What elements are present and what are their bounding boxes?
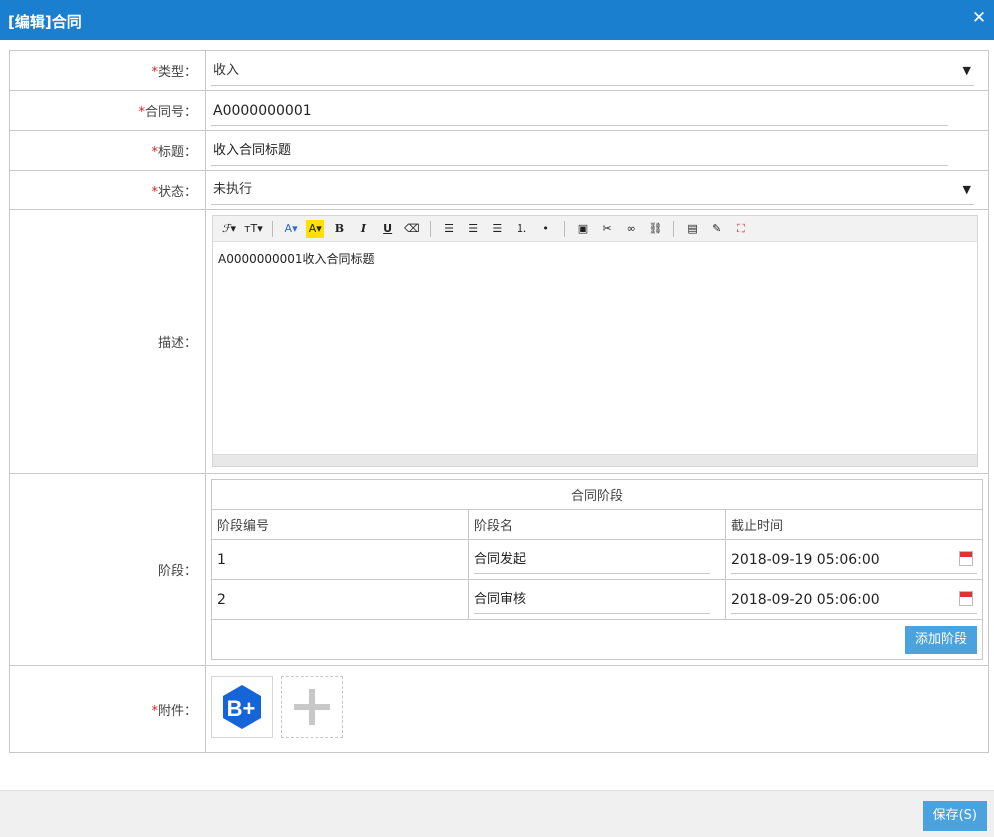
stage-no: 1	[211, 539, 469, 580]
fullscreen-icon[interactable]: ⛶	[732, 220, 750, 238]
stage-table: 合同阶段 阶段编号 阶段名 截止时间 1 合同发起 2018-09-19 05:…	[211, 479, 983, 660]
rich-text-editor: ℱ▾ тT▾ A▾ A▾ B I U ⌫ ☰ ☰ ☰ ⒈ • ▣ ✂ ∞ ⛓ ▤…	[212, 215, 978, 467]
editor-toolbar: ℱ▾ тT▾ A▾ A▾ B I U ⌫ ☰ ☰ ☰ ⒈ • ▣ ✂ ∞ ⛓ ▤…	[213, 216, 977, 242]
editor-content[interactable]: A0000000001收入合同标题	[213, 242, 977, 452]
align-left-icon[interactable]: ☰	[440, 220, 458, 238]
dropdown-arrow-icon: ▼	[962, 63, 971, 77]
dialog-titlebar: [编辑]合同 ✕	[0, 0, 994, 40]
status-row: *状态： 未执行 ▼	[9, 170, 989, 210]
attachment-row: *附件： B+	[9, 665, 989, 753]
toolbar-separator	[271, 221, 273, 237]
link-icon[interactable]: ∞	[622, 220, 640, 238]
add-attachment-button[interactable]	[281, 676, 343, 738]
type-label: *类型：	[9, 50, 206, 91]
editor-status-bar	[213, 454, 977, 466]
italic-button[interactable]: I	[355, 220, 373, 238]
toolbar-separator	[673, 221, 675, 237]
description-row: 描述： ℱ▾ тT▾ A▾ A▾ B I U ⌫ ☰ ☰ ☰ ⒈ • ▣ ✂ ∞…	[9, 209, 989, 474]
add-stage-button[interactable]: 添加阶段	[904, 625, 977, 654]
dialog-title: [编辑]合同	[8, 13, 82, 31]
column-header: 截止时间	[725, 509, 983, 540]
stage-name-input[interactable]: 合同发起	[474, 546, 710, 574]
title-input[interactable]: 收入合同标题	[211, 136, 948, 166]
unlink-icon[interactable]: ⛓	[646, 220, 664, 238]
highlight-button[interactable]: A▾	[306, 220, 325, 238]
underline-button[interactable]: U	[379, 220, 397, 238]
bold-button[interactable]: B	[330, 220, 348, 238]
calendar-icon[interactable]	[959, 590, 973, 606]
dialog-footer: 保存(S)	[0, 790, 994, 837]
source-icon[interactable]: ▤	[684, 220, 702, 238]
type-select[interactable]: 收入 ▼	[211, 56, 974, 86]
cut-icon[interactable]: ✂	[598, 220, 616, 238]
toolbar-separator	[563, 221, 565, 237]
stage-name-input[interactable]: 合同审核	[474, 586, 710, 614]
status-select[interactable]: 未执行 ▼	[211, 175, 974, 205]
contract-no-row: *合同号： A0000000001	[9, 90, 989, 131]
font-color-button[interactable]: A▾	[282, 220, 300, 238]
stages-label: 阶段：	[9, 473, 206, 666]
stage-table-caption: 合同阶段	[211, 479, 983, 510]
stage-deadline-input[interactable]: 2018-09-19 05:06:00	[731, 546, 977, 574]
align-center-icon[interactable]: ☰	[464, 220, 482, 238]
unordered-list-icon[interactable]: •	[537, 220, 555, 238]
stage-deadline-input[interactable]: 2018-09-20 05:06:00	[731, 586, 977, 614]
toolbar-separator	[429, 221, 431, 237]
contract-no-input[interactable]: A0000000001	[211, 96, 948, 126]
font-family-button[interactable]: ℱ▾	[220, 220, 238, 238]
svg-text:B+: B+	[227, 696, 256, 721]
status-label: *状态：	[9, 170, 206, 210]
clear-format-icon[interactable]: ✎	[708, 220, 726, 238]
image-icon[interactable]: ▣	[574, 220, 592, 238]
contract-no-label: *合同号：	[9, 90, 206, 131]
align-right-icon[interactable]: ☰	[488, 220, 506, 238]
attachment-label: *附件：	[9, 665, 206, 753]
stages-row: 阶段： 合同阶段 阶段编号 阶段名 截止时间 1 合同发起 2018-09-19…	[9, 473, 989, 666]
title-label: *标题：	[9, 130, 206, 171]
contract-form: *类型： 收入 ▼ *合同号： A0000000001 *标题： 收入合同标题 …	[9, 50, 989, 753]
dropdown-arrow-icon: ▼	[962, 183, 971, 196]
save-button[interactable]: 保存(S)	[922, 801, 987, 831]
attachment-thumbnail[interactable]: B+	[211, 676, 273, 738]
ordered-list-icon[interactable]: ⒈	[512, 220, 530, 238]
type-row: *类型： 收入 ▼	[9, 50, 989, 91]
calendar-icon[interactable]	[959, 550, 973, 566]
eraser-icon[interactable]: ⌫	[403, 220, 421, 238]
close-icon[interactable]: ✕	[970, 8, 988, 28]
column-header: 阶段名	[468, 509, 726, 540]
stage-no: 2	[211, 579, 469, 620]
file-type-icon: B+	[223, 685, 261, 729]
font-size-button[interactable]: тT▾	[244, 220, 263, 238]
title-row: *标题： 收入合同标题	[9, 130, 989, 171]
column-header: 阶段编号	[211, 509, 469, 540]
description-label: 描述：	[9, 209, 206, 474]
table-row: 2 合同审核 2018-09-20 05:06:00	[211, 579, 983, 620]
table-row: 1 合同发起 2018-09-19 05:06:00	[211, 539, 983, 580]
